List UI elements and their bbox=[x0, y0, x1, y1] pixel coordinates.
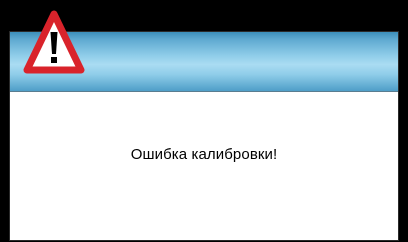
warning-triangle-icon bbox=[23, 10, 85, 74]
projector-osd-screen: Ошибка калибровки! bbox=[0, 0, 408, 242]
dialog-body: Ошибка калибровки! bbox=[10, 92, 398, 240]
error-message: Ошибка калибровки! bbox=[130, 146, 278, 163]
